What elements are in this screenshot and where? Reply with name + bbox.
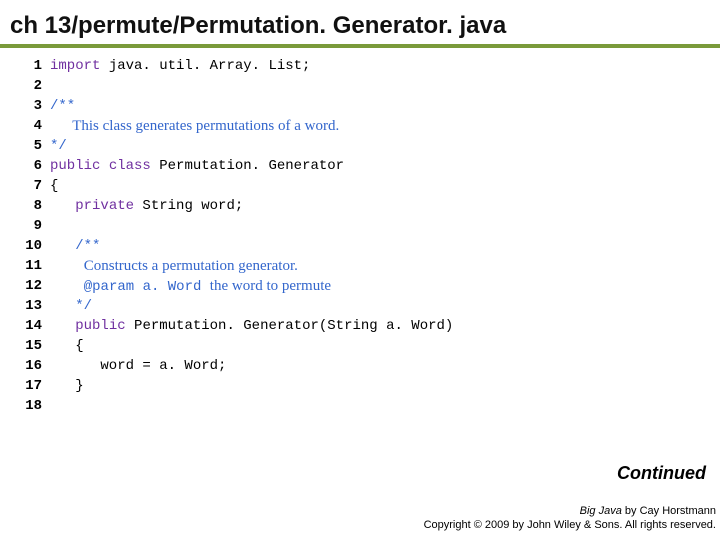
code-line: word = a. Word; <box>50 356 720 376</box>
book-title: Big Java <box>580 505 622 517</box>
line-number: 11 <box>6 256 42 276</box>
line-number: 4 <box>6 116 42 136</box>
line-number: 14 <box>6 316 42 336</box>
indent <box>50 298 75 314</box>
code-line: Constructs a permutation generator. <box>50 256 720 276</box>
code-listing: 1 2 3 4 5 6 7 8 9 10 11 12 13 14 15 16 1… <box>0 56 720 416</box>
code-line: { <box>50 176 720 196</box>
code-line <box>50 396 720 416</box>
keyword: public <box>50 158 100 174</box>
code-line: private String word; <box>50 196 720 216</box>
javadoc-tag: @param <box>84 279 134 295</box>
javadoc-text: This class generates permutations of a w… <box>50 118 339 134</box>
footer-line-2: Copyright © 2009 by John Wiley & Sons. A… <box>424 518 716 532</box>
line-number: 9 <box>6 216 42 236</box>
indent <box>50 278 84 294</box>
line-number: 2 <box>6 76 42 96</box>
javadoc-text: Constructs a permutation generator. <box>50 258 298 274</box>
footer-line-1: Big Java by Cay Horstmann <box>424 504 716 518</box>
line-number: 8 <box>6 196 42 216</box>
line-number: 3 <box>6 96 42 116</box>
author-text: by Cay Horstmann <box>622 505 716 517</box>
line-number: 6 <box>6 156 42 176</box>
line-number: 10 <box>6 236 42 256</box>
javadoc-delim: /** <box>75 238 100 254</box>
code-line: public Permutation. Generator(String a. … <box>50 316 720 336</box>
code-line: { <box>50 336 720 356</box>
line-number: 12 <box>6 276 42 296</box>
javadoc-text: the word to permute <box>210 278 331 294</box>
code-line: public class Permutation. Generator <box>50 156 720 176</box>
page-title: ch 13/permute/Permutation. Generator. ja… <box>0 0 720 44</box>
line-number: 17 <box>6 376 42 396</box>
code-body: import java. util. Array. List; /** This… <box>50 56 720 416</box>
indent <box>50 318 75 334</box>
code-line: } <box>50 376 720 396</box>
line-number: 13 <box>6 296 42 316</box>
indent <box>50 238 75 254</box>
footer: Big Java by Cay Horstmann Copyright © 20… <box>424 504 716 532</box>
keyword: private <box>75 198 134 214</box>
code-line: /** <box>50 236 720 256</box>
line-number: 16 <box>6 356 42 376</box>
line-number-gutter: 1 2 3 4 5 6 7 8 9 10 11 12 13 14 15 16 1… <box>6 56 50 416</box>
keyword: import <box>50 58 100 74</box>
line-number: 7 <box>6 176 42 196</box>
code-text: Permutation. Generator(String a. Word) <box>126 318 454 334</box>
javadoc-delim: */ <box>50 138 67 154</box>
javadoc-param: a. Word <box>134 279 210 295</box>
line-number: 1 <box>6 56 42 76</box>
continued-label: Continued <box>617 463 706 484</box>
code-line <box>50 216 720 236</box>
code-line: /** <box>50 96 720 116</box>
code-line: import java. util. Array. List; <box>50 56 720 76</box>
keyword: class <box>109 158 151 174</box>
line-number: 5 <box>6 136 42 156</box>
keyword: public <box>75 318 125 334</box>
code-text: String word; <box>134 198 243 214</box>
code-line: */ <box>50 296 720 316</box>
code-line: This class generates permutations of a w… <box>50 116 720 136</box>
javadoc-delim: /** <box>50 98 75 114</box>
line-number: 15 <box>6 336 42 356</box>
code-line: */ <box>50 136 720 156</box>
code-text: Permutation. Generator <box>151 158 344 174</box>
title-rule <box>0 44 720 48</box>
code-text: java. util. Array. List; <box>100 58 310 74</box>
line-number: 18 <box>6 396 42 416</box>
code-line <box>50 76 720 96</box>
javadoc-delim: */ <box>75 298 92 314</box>
code-line: @param a. Word the word to permute <box>50 276 720 296</box>
indent <box>50 198 75 214</box>
